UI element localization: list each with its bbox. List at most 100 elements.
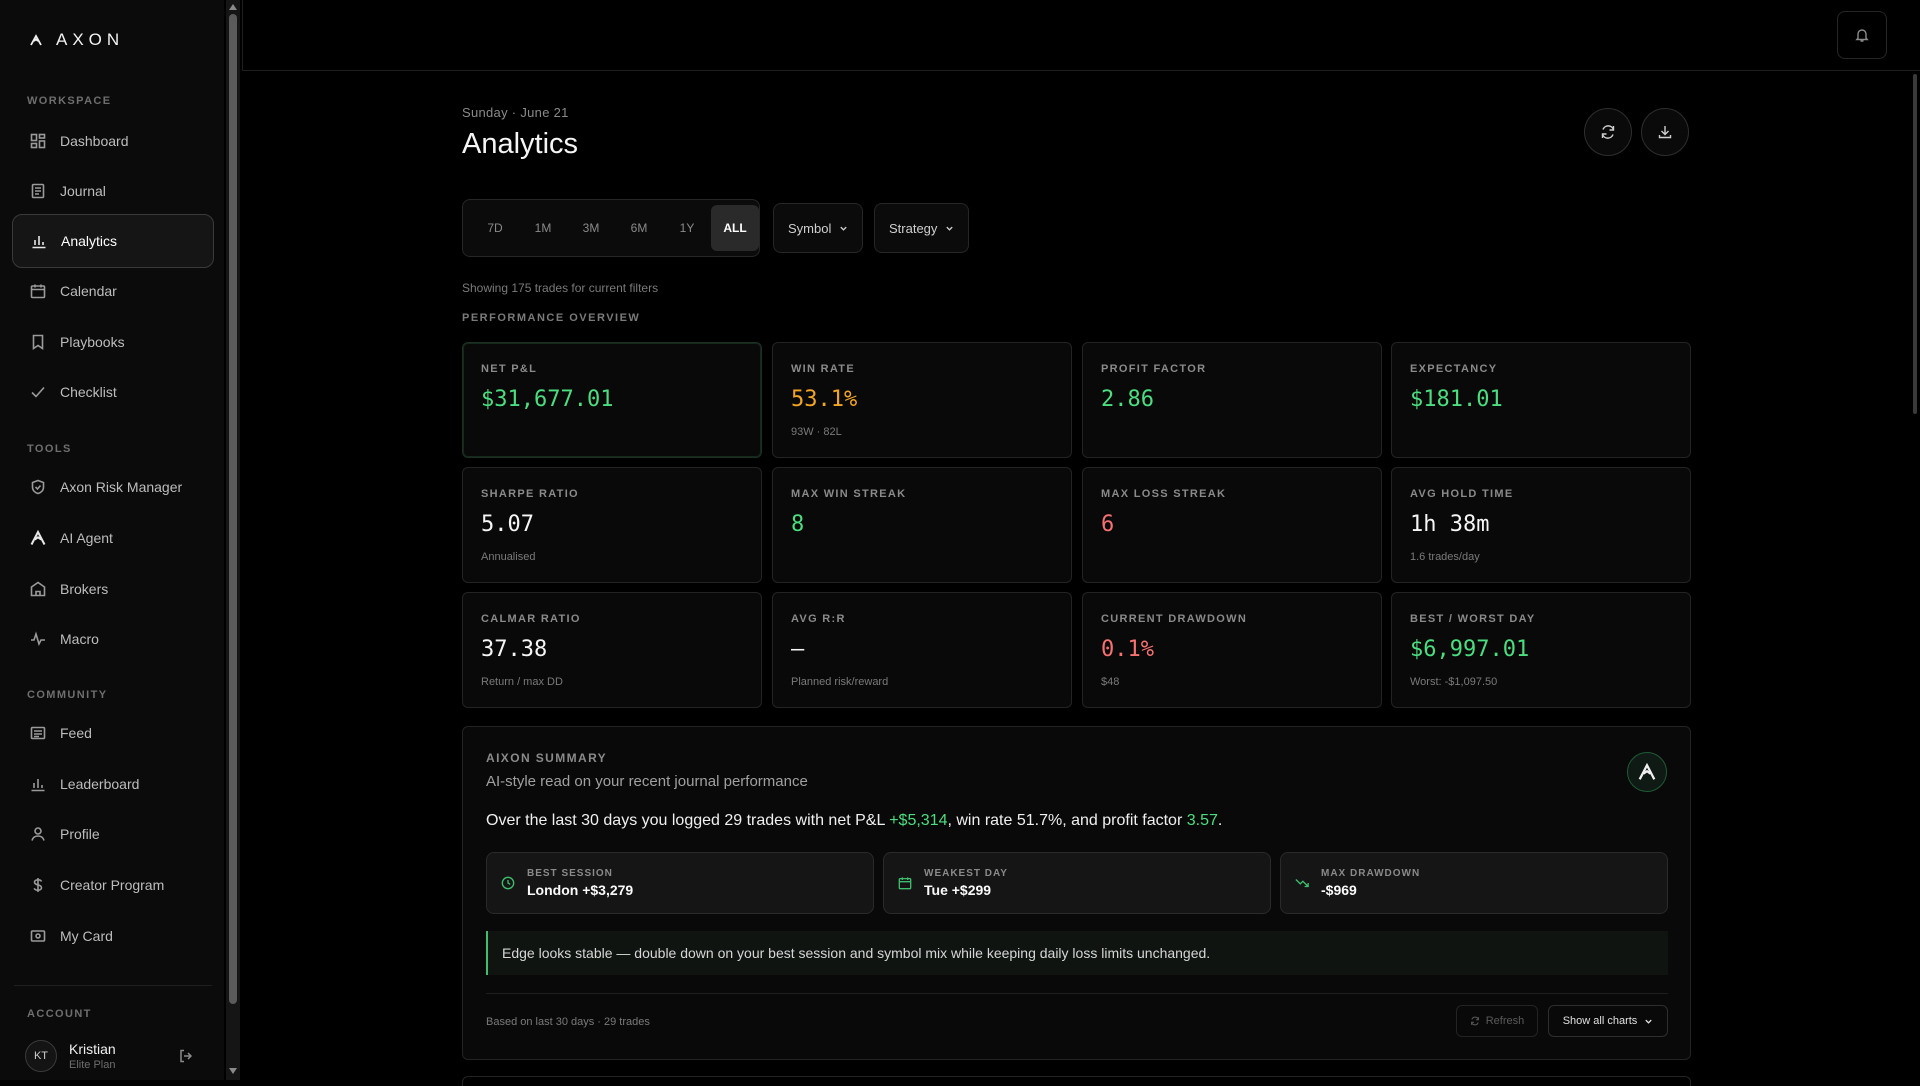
shield-icon [31,479,45,495]
sidebar-item-label: AI Agent [60,530,113,546]
grid-icon [30,133,46,149]
metric-value: — [791,637,805,662]
summary-text-suffix: . [1217,812,1223,829]
sidebar-scrollbar-thumb[interactable] [229,14,237,1004]
sidebar-item-feed[interactable]: Feed [12,706,214,760]
sidebar-item-label: Playbooks [60,334,125,350]
metric-card-current-drawdown: CURRENT DRAWDOWN 0.1% $48 [1082,592,1382,708]
metric-card-expectancy: EXPECTANCY $181.01 [1391,342,1691,458]
sidebar-divider [14,985,212,986]
sidebar-item-label: Brokers [60,581,109,597]
stat-value: -$969 [1321,882,1357,898]
dollar-icon [33,878,43,892]
range-6m[interactable]: 6M [615,205,663,251]
summary-net-pnl: +$5,314 [889,812,948,829]
check-icon [31,386,45,398]
scroll-down-arrow-icon[interactable] [229,1068,237,1074]
axon-logo-icon [30,34,42,46]
summary-text-prefix: Over the last 30 days you logged 29 trad… [486,812,890,829]
metric-label: EXPECTANCY [1410,363,1498,375]
sidebar-item-macro[interactable]: Macro [12,612,214,666]
sidebar-item-label: Leaderboard [60,776,140,792]
axon-logo-icon [1638,763,1656,780]
sidebar-item-checklist[interactable]: Checklist [12,365,214,419]
app-logo[interactable]: AXON [30,30,124,50]
card-icon [30,930,46,942]
strategy-dropdown[interactable]: Strategy [874,203,970,253]
metric-label: NET P&L [481,363,538,375]
range-all[interactable]: ALL [711,205,759,251]
sidebar-item-label: Profile [60,826,100,842]
metric-label: PROFIT FACTOR [1101,363,1207,375]
metric-value: 5.07 [481,512,534,537]
page-date: Sunday · June 21 [462,105,569,120]
refresh-label: Refresh [1485,1015,1525,1027]
summary-profit-factor: 3.57 [1186,812,1218,829]
main-scrollbar-thumb[interactable] [1913,74,1917,414]
user-profile[interactable]: KT Kristian Elite Plan [25,1040,116,1072]
sidebar-item-label: Macro [60,631,99,647]
sidebar-item-my-card[interactable]: My Card [12,909,214,963]
time-range-selector: 7D 1M 3M 6M 1Y ALL [462,199,760,257]
logout-icon[interactable] [178,1048,194,1064]
symbol-dropdown-label: Symbol [788,220,832,236]
metric-label: MAX LOSS STREAK [1101,488,1227,500]
metric-label: SHARPE RATIO [481,488,579,500]
sidebar-item-label: Analytics [61,233,118,249]
section-label-account: ACCOUNT [27,1008,92,1020]
axon-logo-icon [30,530,46,545]
stat-value: London +$3,279 [527,882,634,898]
stat-title: MAX DRAWDOWN [1321,868,1421,879]
sidebar-item-profile[interactable]: Profile [12,807,214,861]
user-icon [31,827,45,841]
metric-label: BEST / WORST DAY [1410,613,1536,625]
metric-card-sharpe-ratio: SHARPE RATIO 5.07 Annualised [462,467,762,583]
summary-refresh-button[interactable]: Refresh [1456,1005,1538,1037]
sidebar-scrollbar[interactable] [226,0,240,1080]
metric-value: 2.86 [1101,387,1154,412]
download-button[interactable] [1641,108,1689,156]
notifications-button[interactable] [1837,11,1887,59]
range-1m[interactable]: 1M [519,205,567,251]
summary-subtitle: AI-style read on your recent journal per… [486,773,808,790]
sidebar-item-dashboard[interactable]: Dashboard [12,114,214,168]
strategy-dropdown-label: Strategy [889,220,938,236]
section-label-tools: TOOLS [27,443,72,455]
user-name: Kristian [69,1041,116,1057]
symbol-dropdown[interactable]: Symbol [773,203,864,253]
metric-label: CURRENT DRAWDOWN [1101,613,1248,625]
range-1y[interactable]: 1Y [663,205,711,251]
sidebar-item-brokers[interactable]: Brokers [12,562,214,616]
sidebar-item-ai-agent[interactable]: AI Agent [12,511,214,565]
sidebar-item-calendar[interactable]: Calendar [12,264,214,318]
sidebar-item-creator-program[interactable]: Creator Program [12,858,214,912]
sidebar-item-label: Axon Risk Manager [60,479,183,495]
metric-label: MAX WIN STREAK [791,488,907,500]
range-3m[interactable]: 3M [567,205,615,251]
sidebar-item-analytics[interactable]: Analytics [12,214,214,268]
refresh-button[interactable] [1584,108,1632,156]
main-scrollbar[interactable] [1908,72,1920,1080]
scroll-up-arrow-icon[interactable] [229,4,237,10]
sidebar-item-label: Checklist [60,384,117,400]
ai-summary-panel: AIXON SUMMARY AI-style read on your rece… [462,726,1691,1060]
metric-card-win-rate: WIN RATE 53.1% 93W · 82L [772,342,1072,458]
sidebar-item-playbooks[interactable]: Playbooks [12,315,214,369]
metric-value: $31,677.01 [481,387,614,412]
metric-card-calmar-ratio: CALMAR RATIO 37.38 Return / max DD [462,592,762,708]
calendar-icon [30,284,46,299]
performance-overview-label: PERFORMANCE OVERVIEW [462,312,641,324]
sidebar-item-journal[interactable]: Journal [12,164,214,218]
chevron-down-icon [840,226,848,231]
bell-icon [1855,29,1869,42]
metric-value: 1h 38m [1410,512,1490,537]
sidebar-item-risk-manager[interactable]: Axon Risk Manager [12,460,214,514]
metric-value: 8 [791,512,805,537]
sidebar-item-leaderboard[interactable]: Leaderboard [12,757,214,811]
show-all-charts-button[interactable]: Show all charts [1548,1005,1668,1037]
metric-value: $181.01 [1410,387,1503,412]
sidebar-item-label: Calendar [60,283,117,299]
bank-icon [30,581,46,597]
range-7d[interactable]: 7D [471,205,519,251]
sidebar-item-label: Creator Program [60,877,165,893]
